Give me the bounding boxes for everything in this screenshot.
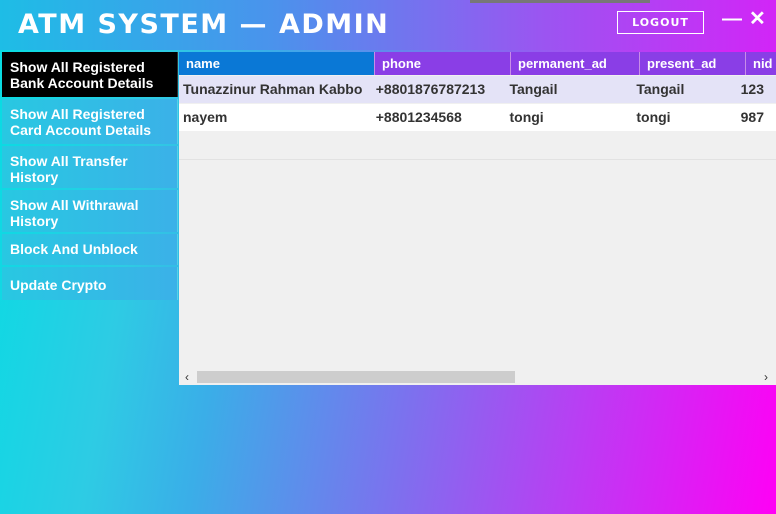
sidebar-item-label: Show All Withrawal History bbox=[10, 197, 139, 229]
sidebar-item-bank-accounts[interactable]: Show All Registered Bank Account Details bbox=[2, 52, 178, 97]
column-header-name[interactable]: name bbox=[179, 52, 375, 75]
cell-nid: 987 bbox=[740, 109, 764, 125]
close-icon[interactable]: ✕ bbox=[749, 8, 766, 30]
data-table[interactable]: name phone permanent_ad present_ad nid T… bbox=[179, 52, 776, 385]
cell-phone: +8801876787213 bbox=[375, 81, 486, 97]
table-header: name phone permanent_ad present_ad nid bbox=[179, 52, 776, 75]
horizontal-scrollbar[interactable]: ‹ › bbox=[179, 369, 776, 385]
arrow-left-icon[interactable]: ‹ bbox=[179, 369, 195, 385]
column-header-nid[interactable]: nid bbox=[746, 52, 776, 75]
sidebar-item-block-unblock[interactable]: Block And Unblock bbox=[2, 234, 178, 265]
cell-name: Tunazzinur Rahman Kabbo bbox=[183, 81, 363, 97]
sidebar-item-label: Block And Unblock bbox=[10, 241, 138, 257]
cell-permanent-address: tongi bbox=[509, 109, 544, 125]
sidebar: Show All Registered Bank Account Details… bbox=[2, 52, 178, 302]
sidebar-item-withdrawal-history[interactable]: Show All Withrawal History bbox=[2, 190, 178, 232]
cell-present-address: Tangail bbox=[636, 81, 685, 97]
logout-button[interactable]: LOGOUT bbox=[617, 11, 704, 34]
sidebar-item-label: Show All Registered Card Account Details bbox=[10, 106, 152, 138]
sidebar-item-label: Update Crypto bbox=[10, 277, 107, 293]
sidebar-item-label: Show All Transfer History bbox=[10, 153, 128, 185]
sidebar-item-label: Show All Registered Bank Account Details bbox=[10, 59, 154, 91]
column-header-phone[interactable]: phone bbox=[375, 52, 511, 75]
arrow-right-icon[interactable]: › bbox=[758, 369, 774, 385]
sidebar-item-update-crypto[interactable]: Update Crypto bbox=[2, 267, 178, 300]
minimize-icon[interactable]: — bbox=[722, 8, 742, 30]
table-divider bbox=[179, 159, 776, 160]
window-top-strip bbox=[470, 0, 650, 3]
column-header-permanent-address[interactable]: permanent_ad bbox=[511, 52, 640, 75]
scrollbar-thumb[interactable] bbox=[197, 371, 515, 383]
column-header-present-address[interactable]: present_ad bbox=[640, 52, 746, 75]
app-title: ATM SYSTEM — ADMIN bbox=[18, 9, 390, 40]
table-row[interactable]: nayem +8801234568 tongi tongi 987 bbox=[179, 104, 776, 131]
sidebar-item-transfer-history[interactable]: Show All Transfer History bbox=[2, 146, 178, 188]
cell-phone: +8801234568 bbox=[375, 109, 462, 125]
cell-nid: 123 bbox=[740, 81, 764, 97]
app-header: ATM SYSTEM — ADMIN LOGOUT — ✕ bbox=[0, 0, 776, 50]
cell-name: nayem bbox=[183, 109, 228, 125]
table-row[interactable]: Tunazzinur Rahman Kabbo +8801876787213 T… bbox=[179, 76, 776, 103]
cell-permanent-address: Tangail bbox=[509, 81, 558, 97]
cell-present-address: tongi bbox=[636, 109, 671, 125]
sidebar-item-card-accounts[interactable]: Show All Registered Card Account Details bbox=[2, 99, 178, 144]
